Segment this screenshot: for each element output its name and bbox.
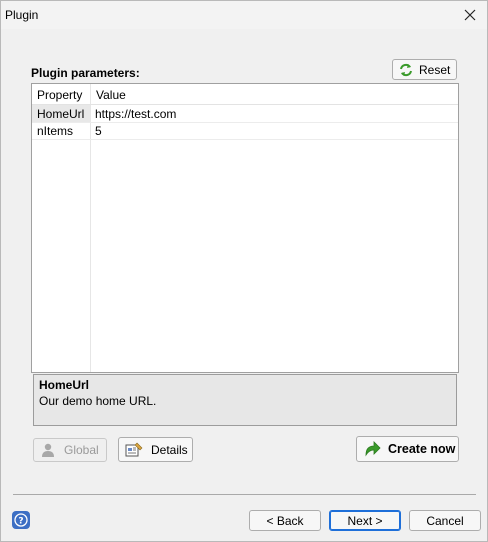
footer-separator <box>13 494 476 495</box>
plugin-parameters-label: Plugin parameters: <box>31 66 140 80</box>
property-grid[interactable]: Property Value HomeUrl https://test.com … <box>31 83 459 373</box>
green-arrow-icon <box>365 441 381 457</box>
help-button[interactable]: ? <box>12 511 30 529</box>
title-bar: Plugin <box>1 1 487 29</box>
reset-button[interactable]: Reset <box>392 59 457 80</box>
cancel-label: Cancel <box>426 513 464 528</box>
column-header-property: Property <box>37 88 83 102</box>
details-icon <box>125 442 143 456</box>
refresh-icon <box>400 63 412 76</box>
cancel-button[interactable]: Cancel <box>409 510 481 531</box>
global-button[interactable]: Global <box>33 438 107 462</box>
property-name: HomeUrl <box>37 107 85 121</box>
property-name: nItems <box>37 124 74 138</box>
back-label: < Back <box>266 513 304 528</box>
next-button[interactable]: Next > <box>329 510 401 531</box>
grid-header: Property Value <box>32 84 458 105</box>
create-now-button[interactable]: Create now <box>356 436 459 462</box>
window-title: Plugin <box>5 8 39 22</box>
grid-row-homeurl[interactable]: HomeUrl https://test.com <box>32 105 458 123</box>
global-label: Global <box>64 443 99 457</box>
plugin-dialog: Plugin Plugin parameters: Reset Property… <box>0 0 488 542</box>
reset-label: Reset <box>419 62 451 77</box>
create-now-label: Create now <box>388 442 456 456</box>
close-icon <box>464 9 476 21</box>
description-text: Our demo home URL. <box>39 394 157 408</box>
grid-row-nitems[interactable]: nItems 5 <box>32 122 458 140</box>
back-button[interactable]: < Back <box>249 510 321 531</box>
user-icon <box>42 443 54 457</box>
property-value[interactable]: https://test.com <box>95 107 176 121</box>
description-title: HomeUrl <box>39 378 90 392</box>
column-header-value: Value <box>96 88 126 102</box>
property-value[interactable]: 5 <box>95 124 102 138</box>
svg-text:?: ? <box>18 517 23 527</box>
details-button[interactable]: Details <box>118 437 193 462</box>
description-panel: HomeUrl Our demo home URL. <box>33 374 457 426</box>
close-button[interactable] <box>453 1 487 29</box>
details-label: Details <box>151 442 188 457</box>
help-icon: ? <box>14 513 28 527</box>
next-label: Next > <box>347 513 383 528</box>
